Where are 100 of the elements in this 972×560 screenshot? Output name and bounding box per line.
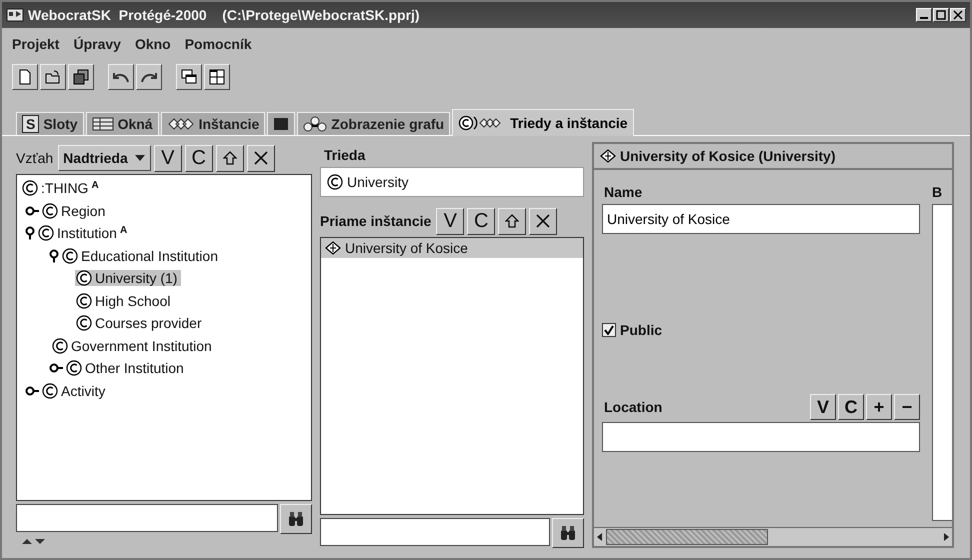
slot-badge: S (22, 115, 40, 133)
menu-item[interactable]: Okno (134, 36, 171, 52)
undo-icon (113, 72, 129, 82)
tree-node[interactable]: University (1) (75, 270, 182, 286)
class-field[interactable]: University (320, 167, 584, 197)
open-button[interactable] (40, 64, 66, 90)
tree-node[interactable]: Other Institution (65, 360, 188, 376)
menu-item[interactable]: Pomocník (184, 36, 252, 52)
class-icon (52, 338, 68, 354)
up-arrow-button[interactable] (216, 144, 244, 172)
delete-icon (535, 213, 552, 229)
relation-dropdown[interactable]: Nadtrieda (58, 145, 151, 171)
find-button[interactable] (280, 504, 312, 534)
letter-button[interactable]: C (838, 394, 864, 420)
class-icon (66, 360, 82, 376)
tab[interactable]: Zobrazenie grafu (297, 112, 450, 135)
maximize-button[interactable] (933, 8, 949, 22)
class-icon (42, 382, 58, 399)
tree-node[interactable]: :THING $^{A}$ (21, 180, 103, 196)
close-icon (953, 10, 963, 20)
class-label: Trieda (323, 146, 366, 165)
search-field[interactable] (16, 504, 278, 532)
class-icon (42, 202, 58, 219)
menu-item[interactable]: Projekt (12, 36, 60, 52)
form-title: University of Kosice (University) (620, 148, 836, 164)
side-list[interactable] (932, 204, 952, 521)
menu-item[interactable]: Úpravy (73, 36, 121, 52)
undo-button[interactable] (108, 64, 134, 90)
expanded-handle-icon[interactable] (49, 248, 59, 263)
name-label: Name (603, 183, 644, 202)
letter-button[interactable]: V (810, 394, 836, 420)
binoculars-icon (559, 525, 577, 541)
tree-node[interactable]: Courses provider (75, 315, 206, 332)
public-label: Public (620, 322, 662, 338)
scroll-thumb[interactable] (606, 529, 768, 545)
relation-label: Vzťah (16, 150, 54, 166)
folder-icon (44, 68, 62, 86)
cascade-button[interactable] (176, 64, 202, 90)
grid-icon (92, 117, 114, 131)
letter-button[interactable]: − (894, 394, 920, 420)
tree-node[interactable]: High School (75, 292, 174, 309)
graph-icon (303, 116, 328, 132)
close-button[interactable] (950, 8, 966, 22)
tree-node[interactable]: Educational Institution (61, 248, 222, 264)
class-icon (38, 225, 54, 242)
windows-icon (180, 68, 198, 86)
horizontal-scrollbar[interactable] (594, 527, 952, 546)
redo-button[interactable] (136, 64, 162, 90)
new-button[interactable] (12, 64, 38, 90)
tab[interactable]: S Sloty (16, 112, 84, 135)
letter-button[interactable]: V (436, 208, 464, 234)
tile-button[interactable] (204, 64, 230, 90)
tiled-windows-icon (208, 68, 226, 86)
letter-button[interactable]: + (866, 394, 892, 420)
app-icon (6, 7, 24, 23)
delete-button[interactable] (529, 208, 558, 234)
letter-button[interactable]: C (184, 144, 213, 172)
tree-node[interactable]: Institution $^{A}$ (37, 225, 132, 242)
public-checkbox[interactable] (602, 323, 616, 337)
split-arrows-icon[interactable] (20, 537, 48, 545)
collapsed-handle-icon[interactable] (49, 363, 63, 374)
class-icon (327, 174, 343, 190)
minimize-button[interactable] (916, 8, 932, 22)
collapsed-handle-icon[interactable] (25, 386, 39, 396)
tree-node[interactable]: Region (41, 202, 110, 219)
class-icon (62, 248, 78, 264)
side-label: B (932, 183, 944, 202)
tab[interactable] (267, 112, 296, 135)
find-button[interactable] (552, 518, 584, 548)
tree-node[interactable]: Government Institution (51, 338, 216, 354)
square-icon (273, 117, 290, 131)
name-field[interactable]: University of Kosice (602, 204, 920, 234)
search-field[interactable] (320, 518, 550, 546)
class-icon (76, 292, 92, 309)
maximize-icon (936, 10, 946, 20)
binoculars-icon (287, 511, 305, 527)
instance-icon (325, 241, 341, 255)
location-field[interactable] (602, 422, 920, 452)
class-icon (76, 315, 92, 332)
instance-item[interactable]: University of Kosice (321, 238, 583, 258)
redo-icon (141, 72, 157, 82)
tab[interactable]: Okná (86, 112, 159, 135)
minimize-icon (920, 17, 928, 19)
location-label: Location (603, 398, 664, 417)
caret-icon (134, 154, 146, 162)
up-arrow-button[interactable] (498, 208, 526, 234)
save-button[interactable] (68, 64, 94, 90)
expanded-handle-icon[interactable] (25, 226, 35, 240)
instance-icon (600, 149, 616, 163)
tree-node[interactable]: Activity (41, 382, 110, 399)
letter-button[interactable]: C (467, 208, 496, 234)
delete-button[interactable] (246, 144, 275, 172)
class-icon (22, 180, 38, 196)
collapsed-handle-icon[interactable] (25, 206, 39, 216)
check-icon (604, 325, 614, 335)
tab[interactable]: Inštancie (160, 112, 266, 135)
up-arrow-icon (505, 214, 520, 228)
letter-button[interactable]: V (154, 144, 182, 172)
instances-label: Priame inštancie (320, 213, 432, 229)
tab[interactable]: Triedy a inštancie (452, 109, 634, 136)
